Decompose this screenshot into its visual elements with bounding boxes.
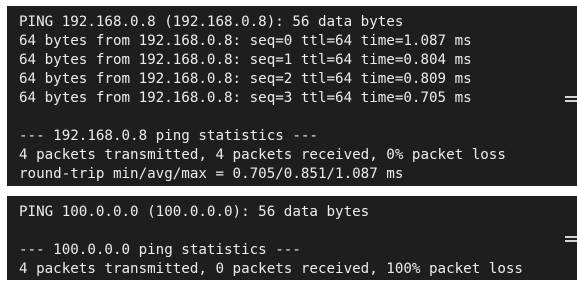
page: PING 192.168.0.8 (192.168.0.8): 56 data … (0, 0, 577, 281)
terminal-line: 4 packets transmitted, 4 packets receive… (19, 147, 506, 163)
terminal-line: --- 100.0.0.0 ping statistics --- (19, 242, 301, 258)
terminal-line: round-trip min/avg/max = 0.705/0.851/1.0… (19, 166, 404, 182)
drag-handle-icon[interactable] (565, 236, 577, 242)
terminal-line: --- 192.168.0.8 ping statistics --- (19, 128, 318, 144)
terminal-line: PING 100.0.0.0 (100.0.0.0): 56 data byte… (19, 204, 370, 220)
terminal-output-ping-100-0-0-0: PING 100.0.0.0 (100.0.0.0): 56 data byte… (7, 196, 577, 280)
drag-handle-icon[interactable] (565, 96, 577, 102)
terminal-output-ping-192-168-0-8: PING 192.168.0.8 (192.168.0.8): 56 data … (7, 6, 577, 186)
terminal-line: 64 bytes from 192.168.0.8: seq=2 ttl=64 … (19, 71, 472, 87)
terminal-line: 4 packets transmitted, 0 packets receive… (19, 261, 523, 277)
terminal-line: PING 192.168.0.8 (192.168.0.8): 56 data … (19, 14, 404, 30)
terminal-line: 64 bytes from 192.168.0.8: seq=1 ttl=64 … (19, 52, 472, 68)
terminal-line: 64 bytes from 192.168.0.8: seq=0 ttl=64 … (19, 33, 472, 49)
terminal-line: 64 bytes from 192.168.0.8: seq=3 ttl=64 … (19, 90, 472, 106)
